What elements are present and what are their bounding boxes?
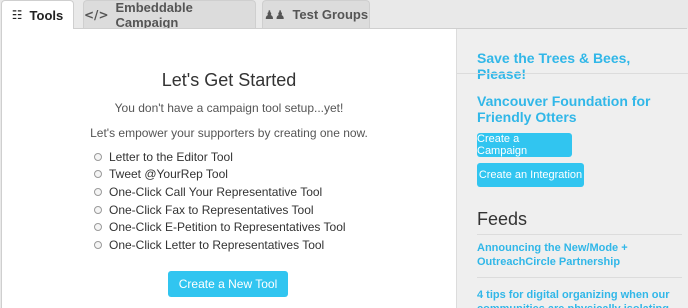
feed-link[interactable]: 4 tips for digital organizing when our c… bbox=[477, 288, 682, 308]
feed-link[interactable]: Announcing the New/Mode + OutreachCircle… bbox=[477, 241, 682, 269]
page-title: Let's Get Started bbox=[161, 70, 297, 90]
create-new-tool-button[interactable]: Create a New Tool bbox=[168, 271, 288, 297]
tool-option-label: Tweet @YourRep Tool bbox=[109, 167, 228, 182]
main-panel: Let's Get Started You don't have a campa… bbox=[2, 29, 456, 308]
tab-test-groups[interactable]: ♟♟ Test Groups bbox=[262, 0, 370, 28]
tab-tools-label: Tools bbox=[29, 7, 64, 23]
tool-type-list: Letter to the Editor Tool Tweet @YourRep… bbox=[94, 148, 346, 254]
tab-content: Let's Get Started You don't have a campa… bbox=[1, 28, 688, 308]
tool-option-label: One-Click Call Your Representative Tool bbox=[109, 184, 323, 199]
tab-bar: ☷ Tools </> Embeddable Campaign ♟♟ Test … bbox=[0, 0, 688, 30]
tab-embeddable-campaign-label: Embeddable Campaign bbox=[115, 0, 193, 30]
tool-option[interactable]: One-Click E-Petition to Representatives … bbox=[94, 218, 346, 236]
create-campaign-button[interactable]: Create a Campaign bbox=[477, 133, 572, 157]
tool-option[interactable]: One-Click Letter to Representatives Tool bbox=[94, 236, 346, 254]
tool-option[interactable]: One-Click Fax to Representatives Tool bbox=[94, 201, 346, 219]
empty-state-message: You don't have a campaign tool setup...y… bbox=[114, 101, 344, 115]
radio-icon[interactable] bbox=[94, 223, 102, 232]
feed-divider bbox=[477, 277, 682, 278]
radio-icon[interactable] bbox=[94, 187, 102, 196]
tool-option-label: One-Click Fax to Representatives Tool bbox=[109, 202, 314, 217]
tool-option-label: Letter to the Editor Tool bbox=[109, 149, 233, 164]
feeds-heading: Feeds bbox=[477, 209, 528, 229]
create-integration-button[interactable]: Create an Integration bbox=[477, 163, 584, 187]
empty-state-prompt: Let's empower your supporters by creatin… bbox=[90, 126, 368, 140]
tool-option[interactable]: Letter to the Editor Tool bbox=[94, 148, 346, 166]
campaign-title[interactable]: Save the Trees & Bees, Please! bbox=[477, 50, 682, 82]
sidebar-divider bbox=[457, 73, 688, 74]
tool-option[interactable]: Tweet @YourRep Tool bbox=[94, 166, 346, 184]
tool-option-label: One-Click Letter to Representatives Tool bbox=[109, 237, 325, 252]
feed-divider bbox=[477, 234, 682, 235]
users-icon: ♟♟ bbox=[263, 7, 286, 22]
tool-option-label: One-Click E-Petition to Representatives … bbox=[109, 220, 346, 235]
tab-tools[interactable]: ☷ Tools bbox=[1, 0, 74, 29]
organization-name[interactable]: Vancouver Foundation for Friendly Otters bbox=[477, 93, 682, 125]
list-icon: ☷ bbox=[11, 8, 23, 22]
tab-test-groups-label: Test Groups bbox=[292, 7, 369, 22]
radio-icon[interactable] bbox=[94, 240, 102, 249]
sidebar: Save the Trees & Bees, Please! Vancouver… bbox=[456, 29, 688, 308]
code-icon: </> bbox=[84, 7, 109, 22]
radio-icon[interactable] bbox=[94, 170, 102, 179]
radio-icon[interactable] bbox=[94, 152, 102, 161]
radio-icon[interactable] bbox=[94, 205, 102, 214]
tab-embeddable-campaign[interactable]: </> Embeddable Campaign bbox=[83, 0, 256, 30]
tool-option[interactable]: One-Click Call Your Representative Tool bbox=[94, 183, 346, 201]
